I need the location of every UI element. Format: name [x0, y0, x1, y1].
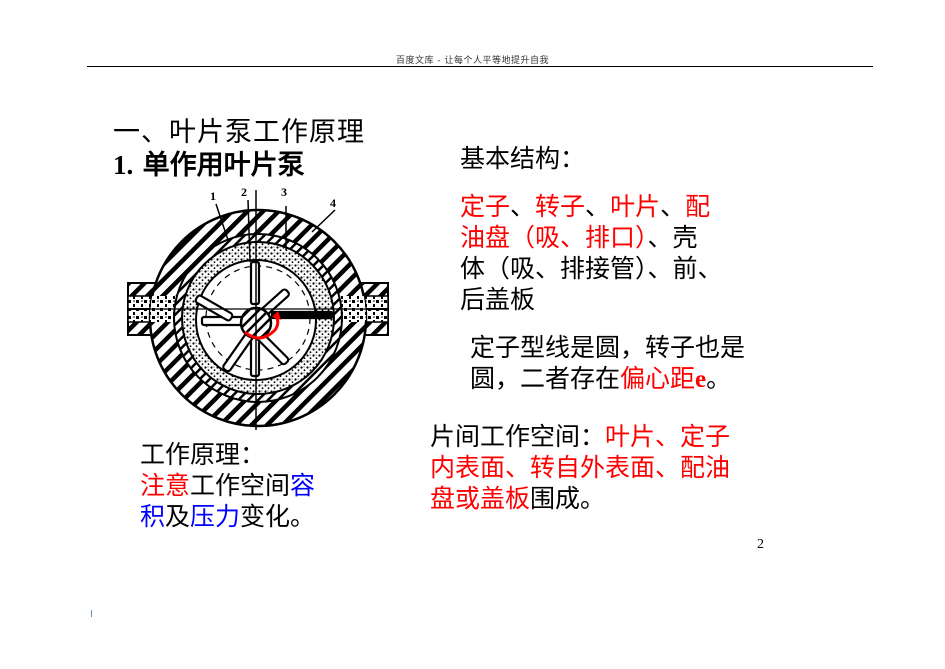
- working-principle-heading: 工作原理：: [140, 440, 266, 469]
- subsection-text: 单作用叶片泵: [142, 150, 305, 181]
- basic-structure-segment-black: 体（吸、排接管）、前、: [460, 254, 723, 283]
- basic-structure-segment-black: 、壳: [647, 223, 698, 252]
- working-space-note: 片间工作空间：叶片、定子 内表面、转自外表面、配油 盘或盖板围成。: [430, 421, 790, 514]
- basic-structure-segment-black: 后盖板: [460, 285, 536, 314]
- eccentricity-symbol: e: [695, 366, 707, 393]
- basic-structure-segment-red: 定子: [460, 192, 511, 221]
- basic-structure-heading: 基本结构：: [460, 144, 586, 173]
- label-4: 4: [330, 196, 336, 210]
- working-space-line: 盘或盖板围成。: [430, 483, 790, 514]
- basic-structure-line: 定子、转子、叶片、配: [460, 191, 760, 222]
- working-space-line: 内表面、转自外表面、配油: [430, 452, 790, 483]
- basic-structure-line: 油盘（吸、排口）、壳: [460, 222, 760, 253]
- working-space-segment-black: 片间工作空间：: [430, 422, 606, 451]
- working-space-segment-red: 盘或盖板: [430, 484, 531, 513]
- basic-structure-segment-red: 转子: [535, 192, 586, 221]
- basic-structure-segment-black: 、: [660, 192, 686, 221]
- vane: [270, 310, 334, 320]
- basic-structure-segment-black: 、: [585, 192, 611, 221]
- working-space-line: 片间工作空间：叶片、定子: [430, 421, 790, 452]
- subsection-title: 1. 单作用叶片泵: [113, 143, 305, 182]
- label-1: 1: [210, 189, 216, 203]
- basic-structure-segment-red: 叶片: [610, 192, 661, 221]
- basic-structure-segment-black: 、: [510, 192, 536, 221]
- label-3: 3: [281, 185, 287, 199]
- profile-note: 定子型线是圆，转子也是 圆，二者存在偏心距e。: [470, 332, 790, 395]
- working-space-segment-black: 围成。: [530, 484, 606, 513]
- page-number: 2: [757, 537, 764, 552]
- vane-pump-diagram: 1 2 3 4: [127, 185, 389, 430]
- working-principle-segment-blue: 压力: [190, 502, 241, 531]
- basic-structure-body: 定子、转子、叶片、配 油盘（吸、排口）、壳 体（吸、排接管）、前、 后盖板: [460, 191, 760, 315]
- working-principle-segment-black: 及: [165, 502, 191, 531]
- working-principle-segment-red: 注意: [140, 471, 191, 500]
- working-principle-line: 注意工作空间容: [140, 470, 360, 501]
- working-principle-segment-black: 工作空间: [190, 471, 291, 500]
- working-principle-segment-black: 变化。: [240, 502, 316, 531]
- basic-structure-segment-red: 油盘（吸、排口）: [460, 223, 648, 252]
- header-banner: 百度文库 - 让每个人平等地提升自我: [396, 56, 549, 66]
- vane: [249, 260, 261, 306]
- working-principle-line: 积及压力变化。: [140, 501, 360, 532]
- subsection-number: 1.: [113, 150, 134, 180]
- profile-line-2-suffix: 。: [706, 364, 732, 393]
- working-principle: 工作原理： 注意工作空间容 积及压力变化。: [140, 439, 360, 532]
- profile-line-1: 定子型线是圆，转子也是: [470, 333, 746, 362]
- working-space-segment-red: 内表面、转自外表面、配油: [430, 453, 731, 482]
- basic-structure-line: 后盖板: [460, 284, 760, 315]
- header-rule: [87, 66, 873, 67]
- working-space-segment-red: 叶片、定子: [605, 422, 731, 451]
- margin-tick-mark: [91, 610, 92, 617]
- label-2: 2: [241, 185, 247, 199]
- profile-line-2-prefix: 圆，二者存在: [470, 364, 621, 393]
- basic-structure-segment-red: 配: [685, 192, 711, 221]
- working-principle-segment-blue: 积: [140, 502, 166, 531]
- working-principle-segment-blue: 容: [290, 471, 316, 500]
- eccentricity-term: 偏心距: [620, 364, 696, 393]
- working-principle-body: 注意工作空间容 积及压力变化。: [140, 470, 360, 532]
- basic-structure-line: 体（吸、排接管）、前、: [460, 253, 760, 284]
- profile-line-2: 圆，二者存在偏心距e。: [470, 363, 790, 395]
